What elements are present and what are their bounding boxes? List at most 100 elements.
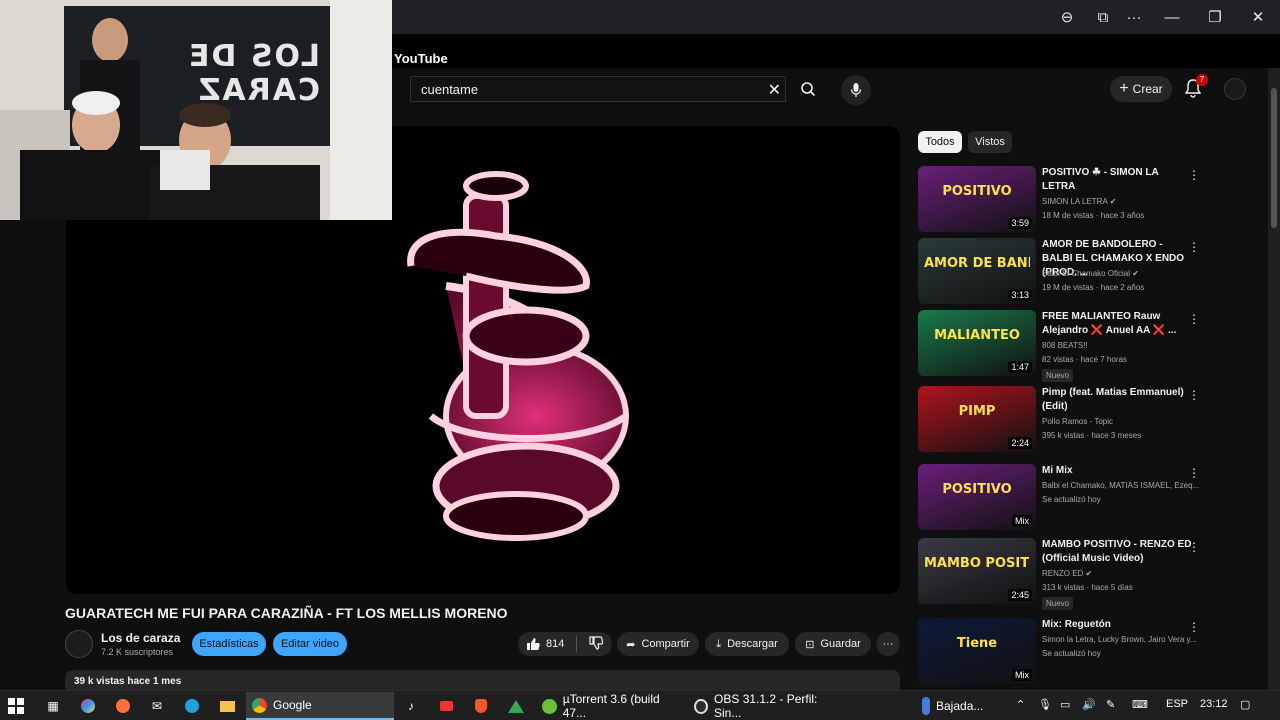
video-thumbnail[interactable]: MAMBO POSITIVO 2:45 xyxy=(918,538,1036,604)
new-badge: Nuevo xyxy=(1042,369,1074,382)
mail-icon[interactable]: ✉ xyxy=(148,697,166,715)
video-thumbnail[interactable]: POSITIVO 3:59 xyxy=(918,166,1036,232)
tray-pen-icon[interactable]: ✎ xyxy=(1106,698,1115,711)
create-button[interactable]: + Crear xyxy=(1110,76,1172,102)
windows-start-icon[interactable] xyxy=(7,697,25,715)
video-thumbnail[interactable]: Tiene Mix xyxy=(918,618,1036,684)
notification-center-icon[interactable]: ▢ xyxy=(1240,698,1250,711)
video-thumbnail[interactable]: AMOR DE BANDOLERO 3:13 xyxy=(918,238,1036,304)
brave-icon[interactable] xyxy=(472,697,490,715)
chip-todos[interactable]: Todos xyxy=(918,131,962,153)
recommendation-channel[interactable]: Balbi el Chamako, MATIAS ISMAEL, Ezeq... xyxy=(1042,481,1202,490)
tray-keyboard-icon[interactable]: ⌨ xyxy=(1132,698,1148,711)
search-query[interactable]: cuentame xyxy=(421,82,478,97)
chip-vistos[interactable]: Vistos xyxy=(968,131,1012,153)
recommendation-channel[interactable]: Simon la Letra, Lucky Brown, Jairo Vera … xyxy=(1042,635,1202,644)
recommendation-item[interactable]: MAMBO POSITIVO 2:45 MAMBO POSITIVO - RENZO… xyxy=(918,538,1264,610)
download-button[interactable]: ⤓ Descargar xyxy=(705,632,789,656)
media-app-icon[interactable] xyxy=(437,697,455,715)
channel-avatar[interactable] xyxy=(65,630,93,658)
tray-clock[interactable]: 23:12 xyxy=(1200,698,1228,710)
task-view-icon[interactable]: ▦ xyxy=(44,697,62,715)
obs-icon xyxy=(694,698,709,714)
recommendation-item[interactable]: Tiene Mix Mix: Reguetón Simon la Letra, Luc… xyxy=(918,618,1264,688)
app-icon[interactable]: ⧉ xyxy=(1089,4,1117,30)
more-options-icon[interactable]: ⋮ xyxy=(1188,620,1200,634)
recommendation-title[interactable]: Mi Mix xyxy=(1042,464,1192,478)
scrollbar-thumb[interactable] xyxy=(1271,88,1277,228)
video-thumbnail[interactable]: POSITIVO Mix xyxy=(918,464,1036,530)
recommendation-item[interactable]: PIMP 2:24 Pimp (feat. Matias Emmanuel) (Ed… xyxy=(918,386,1264,456)
channel-name[interactable]: Los de caraza xyxy=(101,631,180,645)
more-options-icon[interactable]: ⋮ xyxy=(1188,540,1200,554)
recommendation-title[interactable]: FREE MALIANTEO Rauw Alejandro ❌ Anuel AA… xyxy=(1042,310,1192,338)
voice-search-button[interactable] xyxy=(841,75,871,105)
recommendation-item[interactable]: MALIANTEO 1:47 FREE MALIANTEO Rauw Alejand… xyxy=(918,310,1264,382)
description-box[interactable]: 39 k vistas hace 1 mes xyxy=(65,670,900,690)
recommendation-channel[interactable]: RENZO ED ✔ xyxy=(1042,569,1202,578)
video-title: GUARATECH ME FUI PARA CARAZIÑA - FT LOS … xyxy=(65,605,508,621)
drive-icon[interactable] xyxy=(507,697,525,715)
recommendation-item[interactable]: POSITIVO Mix Mi Mix Balbi el Chamako, MATIA… xyxy=(918,464,1264,534)
tray-expand-icon[interactable]: ⌃ xyxy=(1016,698,1025,711)
colorful-app-icon[interactable] xyxy=(79,697,97,715)
taskbar-app-google[interactable]: Google xyxy=(246,692,394,720)
more-options-icon[interactable]: ⋮ xyxy=(1188,466,1200,480)
notifications-button[interactable]: 7 xyxy=(1184,74,1208,100)
recommendation-channel[interactable]: Pollo Ramos - Topic xyxy=(1042,417,1202,426)
page-title: YouTube xyxy=(394,51,448,66)
share-button[interactable]: ➦ Compartir xyxy=(617,632,699,656)
video-thumbnail[interactable]: MALIANTEO 1:47 xyxy=(918,310,1036,376)
more-actions-button[interactable]: ··· xyxy=(876,632,900,656)
search-input[interactable]: cuentame ✕ xyxy=(410,76,786,102)
tray-network-icon[interactable]: ▭ xyxy=(1060,698,1070,711)
close-button[interactable]: ✕ xyxy=(1244,4,1272,30)
video-thumbnail[interactable]: PIMP 2:24 xyxy=(918,386,1036,452)
minimize-button[interactable]: — xyxy=(1158,4,1186,30)
recommendation-title[interactable]: Pimp (feat. Matias Emmanuel) (Edit) xyxy=(1042,386,1192,414)
like-button[interactable]: 814 xyxy=(526,637,564,651)
recommendation-channel[interactable]: 808 BEATS!! xyxy=(1042,341,1202,350)
window-title-bar: YouTube xyxy=(392,34,1280,68)
more-options-icon[interactable]: ··· xyxy=(1120,4,1148,30)
taskbar-app-bajada[interactable]: Bajada... xyxy=(916,692,1006,720)
edge-icon[interactable] xyxy=(183,697,201,715)
thumbnail-text: POSITIVO xyxy=(942,184,1012,199)
share-icon: ➦ xyxy=(626,638,636,651)
recommendation-title[interactable]: POSITIVO ☘ - SIMON LA LETRA xyxy=(1042,166,1192,194)
dislike-button[interactable] xyxy=(589,635,604,653)
edit-video-button[interactable]: Editar video xyxy=(273,632,347,656)
page-scrollbar[interactable] xyxy=(1268,68,1280,690)
firefox-icon[interactable] xyxy=(114,697,132,715)
more-options-icon[interactable]: ⋮ xyxy=(1188,168,1200,182)
recommendation-channel[interactable]: SIMON LA LETRA ✔ xyxy=(1042,197,1202,206)
recommendation-meta: Se actualizó hoy xyxy=(1042,649,1101,658)
file-explorer-icon[interactable] xyxy=(218,697,236,715)
statistics-button[interactable]: Estadísticas xyxy=(192,632,266,656)
save-button[interactable]: ⊡ Guardar xyxy=(795,632,871,656)
recommendation-title[interactable]: MAMBO POSITIVO - RENZO ED (Official Musi… xyxy=(1042,538,1192,566)
recommendation-item[interactable]: AMOR DE BANDOLERO3:13AMOR DE BANDOLERO -… xyxy=(918,238,1264,308)
tray-volume-icon[interactable]: 🔊 xyxy=(1082,698,1096,711)
search-button[interactable] xyxy=(786,76,830,102)
download-icon: ⤓ xyxy=(716,637,722,650)
restore-button[interactable]: ❐ xyxy=(1201,4,1229,30)
taskbar-app-utorrent[interactable]: µTorrent 3.6 (build 47... xyxy=(536,692,684,720)
webcam-overlay: LOS DE CARAZ xyxy=(0,0,392,220)
recommendation-channel[interactable]: Balbi El Chamako Oficial ✔ xyxy=(1042,269,1202,278)
duration-badge: 2:45 xyxy=(1008,589,1032,601)
recommendation-item[interactable]: POSITIVO 3:59 POSITIVO ☘ - SIMON LA LETRA S… xyxy=(918,166,1264,236)
taskbar-app-obs[interactable]: OBS 31.1.2 - Perfil: Sin... xyxy=(688,692,836,720)
tray-mic-icon[interactable]: 🎙 xyxy=(1038,698,1052,711)
account-avatar[interactable] xyxy=(1224,78,1246,100)
zoom-icon[interactable]: ⊖ xyxy=(1053,4,1081,30)
recommendation-meta: Se actualizó hoy xyxy=(1042,495,1101,504)
tiktok-icon[interactable]: ♪ xyxy=(402,697,420,715)
tray-language[interactable]: ESP xyxy=(1166,698,1188,710)
more-options-icon[interactable]: ⋮ xyxy=(1188,312,1200,326)
clear-search-icon[interactable]: ✕ xyxy=(768,80,781,100)
more-options-icon[interactable]: ⋮ xyxy=(1188,240,1200,254)
duration-badge: Mix xyxy=(1012,669,1032,681)
more-options-icon[interactable]: ⋮ xyxy=(1188,388,1200,402)
recommendation-title[interactable]: Mix: Reguetón xyxy=(1042,618,1192,632)
